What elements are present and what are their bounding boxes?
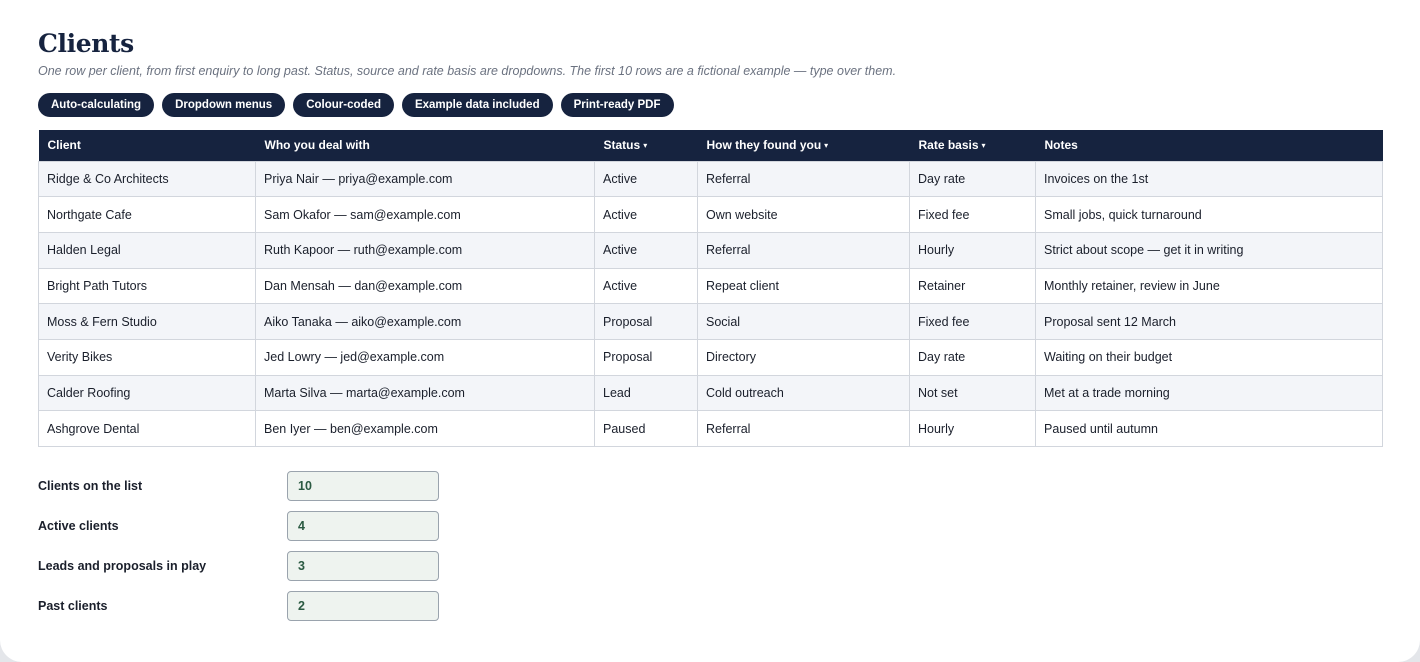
cell-rate-basis[interactable]: Day rate bbox=[909, 160, 1036, 198]
column-header-notes: Notes bbox=[1035, 130, 1383, 161]
cell-notes[interactable]: Monthly retainer, review in June bbox=[1035, 267, 1383, 305]
cell-contact[interactable]: Ben Iyer — ben@example.com bbox=[255, 410, 595, 447]
column-header-source[interactable]: How they found you ▾ bbox=[697, 130, 910, 161]
cell-rate-basis[interactable]: Retainer bbox=[909, 267, 1036, 305]
summary-value-active-clients: 4 bbox=[287, 511, 439, 541]
cell-status[interactable]: Proposal bbox=[594, 303, 698, 340]
cell-notes[interactable]: Paused until autumn bbox=[1035, 410, 1383, 447]
cell-status[interactable]: Lead bbox=[594, 374, 698, 412]
column-header-contact: Who you deal with bbox=[255, 130, 595, 161]
page-title: Clients bbox=[38, 29, 134, 58]
column-header-client: Client bbox=[38, 130, 256, 161]
column-header-status[interactable]: Status ▾ bbox=[594, 130, 698, 161]
summary-label: Active clients bbox=[38, 519, 119, 533]
table-header-row: Client Who you deal with Status ▾ How the… bbox=[38, 130, 1383, 161]
cell-notes[interactable]: Waiting on their budget bbox=[1035, 338, 1383, 376]
summary-label: Clients on the list bbox=[38, 479, 143, 493]
summary-row-past-clients: Past clients 2 bbox=[38, 586, 1382, 626]
summary-value-leads-proposals: 3 bbox=[287, 551, 439, 581]
cell-source[interactable]: Repeat client bbox=[697, 267, 910, 305]
cell-contact[interactable]: Dan Mensah — dan@example.com bbox=[255, 267, 595, 305]
summary-value-clients-on-list: 10 bbox=[287, 471, 439, 501]
feature-badges: Auto-calculating Dropdown menus Colour-c… bbox=[38, 93, 1382, 117]
cell-source[interactable]: Referral bbox=[697, 410, 910, 447]
cell-client[interactable]: Calder Roofing bbox=[38, 374, 256, 412]
cell-client[interactable]: Northgate Cafe bbox=[38, 196, 256, 233]
summary-panel: Clients on the list 10 Active clients 4 … bbox=[38, 466, 1382, 626]
cell-contact[interactable]: Ruth Kapoor — ruth@example.com bbox=[255, 231, 595, 269]
summary-row-clients-on-list: Clients on the list 10 bbox=[38, 466, 1382, 506]
badge-auto-calculating: Auto-calculating bbox=[38, 93, 155, 117]
dropdown-caret-icon: ▾ bbox=[981, 141, 986, 151]
cell-client[interactable]: Verity Bikes bbox=[38, 338, 256, 376]
cell-source[interactable]: Own website bbox=[697, 196, 910, 233]
table-row: Northgate Cafe Sam Okafor — sam@example.… bbox=[38, 196, 1383, 233]
dropdown-caret-icon: ▾ bbox=[643, 141, 648, 151]
clients-sheet: Clients One row per client, from first e… bbox=[0, 0, 1420, 662]
page-subtitle: One row per client, from first enquiry t… bbox=[38, 64, 897, 78]
cell-rate-basis[interactable]: Not set bbox=[909, 374, 1036, 412]
cell-client[interactable]: Ashgrove Dental bbox=[38, 410, 256, 447]
cell-contact[interactable]: Sam Okafor — sam@example.com bbox=[255, 196, 595, 233]
badge-example-data: Example data included bbox=[401, 93, 553, 117]
cell-rate-basis[interactable]: Fixed fee bbox=[909, 303, 1036, 340]
cell-status[interactable]: Proposal bbox=[594, 338, 698, 376]
cell-status[interactable]: Active bbox=[594, 196, 698, 233]
cell-rate-basis[interactable]: Hourly bbox=[909, 410, 1036, 447]
table-row: Verity Bikes Jed Lowry — jed@example.com… bbox=[38, 338, 1383, 376]
cell-rate-basis[interactable]: Fixed fee bbox=[909, 196, 1036, 233]
cell-source[interactable]: Directory bbox=[697, 338, 910, 376]
badge-print-ready-pdf: Print-ready PDF bbox=[560, 93, 674, 117]
table-row: Ashgrove Dental Ben Iyer — ben@example.c… bbox=[38, 410, 1383, 447]
cell-source[interactable]: Referral bbox=[697, 231, 910, 269]
cell-status[interactable]: Active bbox=[594, 231, 698, 269]
cell-contact[interactable]: Jed Lowry — jed@example.com bbox=[255, 338, 595, 376]
table-row: Bright Path Tutors Dan Mensah — dan@exam… bbox=[38, 267, 1383, 305]
summary-value-past-clients: 2 bbox=[287, 591, 439, 621]
cell-client[interactable]: Moss & Fern Studio bbox=[38, 303, 256, 340]
cell-rate-basis[interactable]: Hourly bbox=[909, 231, 1036, 269]
cell-client[interactable]: Ridge & Co Architects bbox=[38, 160, 256, 198]
cell-contact[interactable]: Marta Silva — marta@example.com bbox=[255, 374, 595, 412]
cell-notes[interactable]: Strict about scope — get it in writing bbox=[1035, 231, 1383, 269]
dropdown-caret-icon: ▾ bbox=[824, 141, 829, 151]
column-header-rate-basis[interactable]: Rate basis ▾ bbox=[909, 130, 1036, 161]
cell-notes[interactable]: Small jobs, quick turnaround bbox=[1035, 196, 1383, 233]
cell-status[interactable]: Active bbox=[594, 267, 698, 305]
cell-notes[interactable]: Met at a trade morning bbox=[1035, 374, 1383, 412]
cell-source[interactable]: Social bbox=[697, 303, 910, 340]
cell-notes[interactable]: Proposal sent 12 March bbox=[1035, 303, 1383, 340]
table-row: Ridge & Co Architects Priya Nair — priya… bbox=[38, 160, 1383, 198]
clients-table: Client Who you deal with Status ▾ How the… bbox=[38, 130, 1383, 447]
cell-notes[interactable]: Invoices on the 1st bbox=[1035, 160, 1383, 198]
summary-row-leads-proposals: Leads and proposals in play 3 bbox=[38, 546, 1382, 586]
badge-colour-coded: Colour-coded bbox=[293, 93, 394, 117]
summary-row-active-clients: Active clients 4 bbox=[38, 506, 1382, 546]
cell-rate-basis[interactable]: Day rate bbox=[909, 338, 1036, 376]
cell-contact[interactable]: Aiko Tanaka — aiko@example.com bbox=[255, 303, 595, 340]
table-row: Moss & Fern Studio Aiko Tanaka — aiko@ex… bbox=[38, 303, 1383, 340]
summary-label: Leads and proposals in play bbox=[38, 559, 207, 573]
cell-source[interactable]: Referral bbox=[697, 160, 910, 198]
cell-client[interactable]: Halden Legal bbox=[38, 231, 256, 269]
badge-dropdown-menus: Dropdown menus bbox=[162, 93, 286, 117]
table-row: Calder Roofing Marta Silva — marta@examp… bbox=[38, 374, 1383, 412]
cell-status[interactable]: Active bbox=[594, 160, 698, 198]
cell-contact[interactable]: Priya Nair — priya@example.com bbox=[255, 160, 595, 198]
cell-client[interactable]: Bright Path Tutors bbox=[38, 267, 256, 305]
cell-status[interactable]: Paused bbox=[594, 410, 698, 447]
cell-source[interactable]: Cold outreach bbox=[697, 374, 910, 412]
summary-label: Past clients bbox=[38, 599, 108, 613]
table-row: Halden Legal Ruth Kapoor — ruth@example.… bbox=[38, 231, 1383, 269]
